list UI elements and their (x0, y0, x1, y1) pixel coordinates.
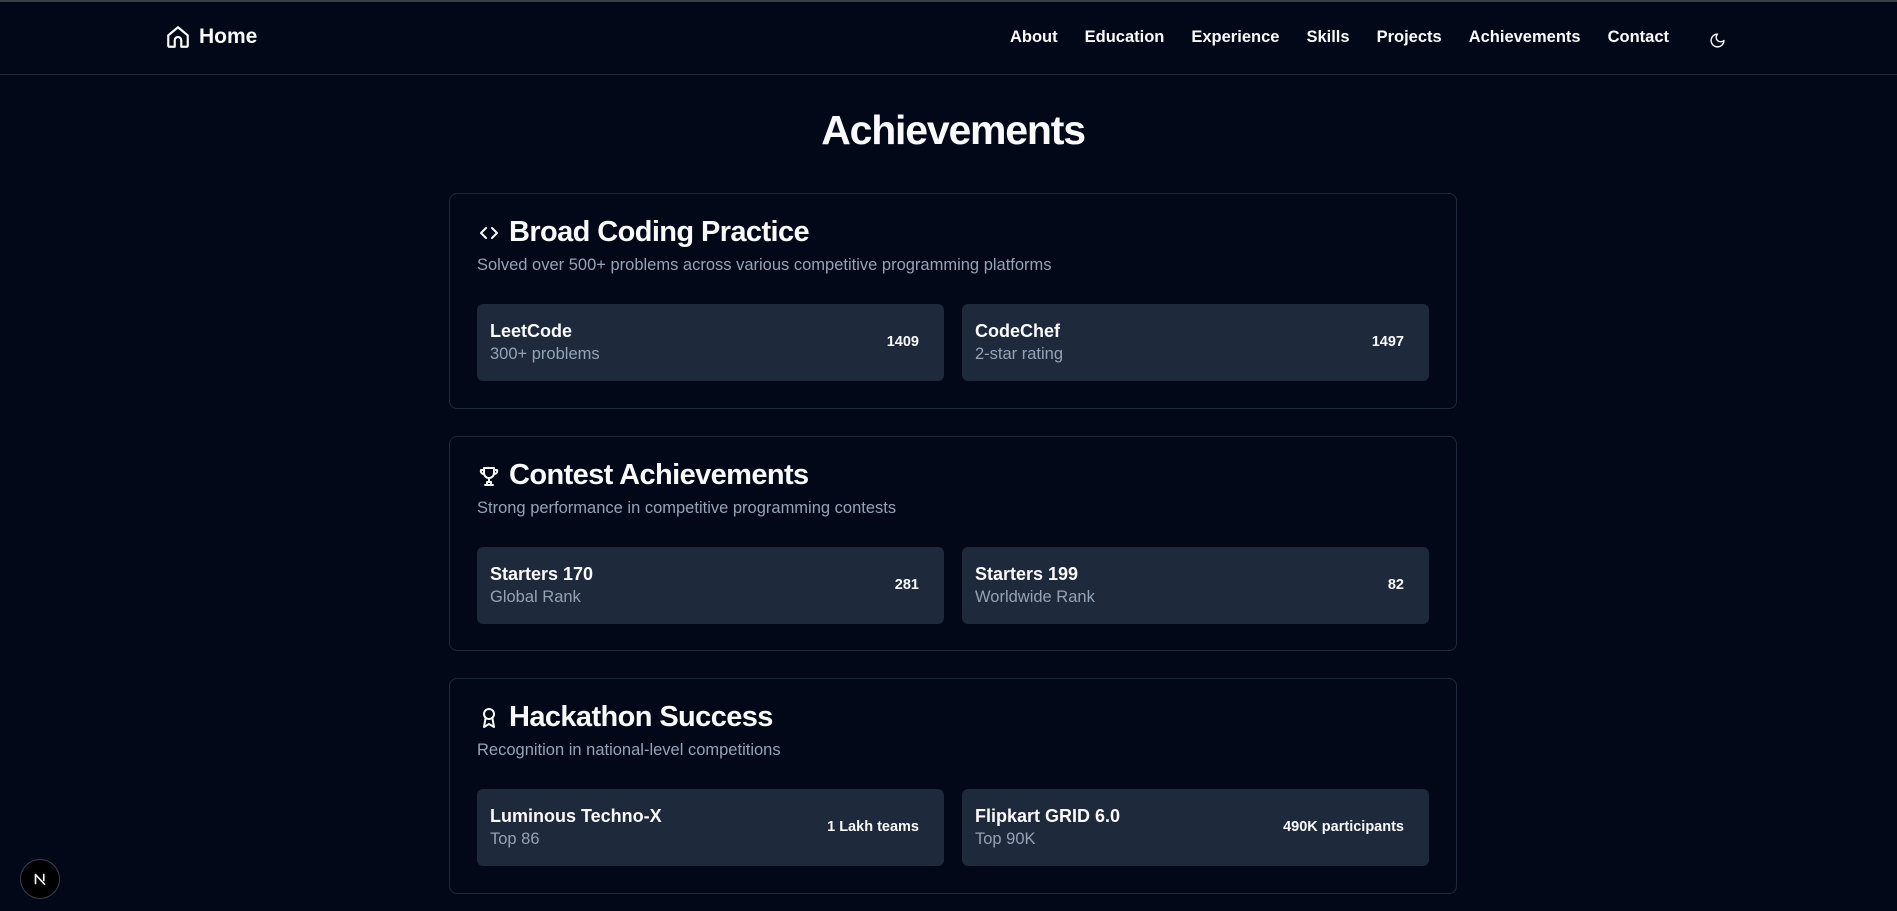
nav-contact[interactable]: Contact (1608, 28, 1669, 47)
nav-achievements[interactable]: Achievements (1469, 28, 1581, 47)
section-title: Broad Coding Practice (509, 216, 810, 248)
item-name: Luminous Techno-X (490, 806, 662, 826)
nextjs-logo-icon (34, 873, 46, 886)
section-description: Recognition in national-level competitio… (477, 741, 781, 759)
nextjs-dev-badge[interactable] (20, 859, 60, 899)
home-link[interactable]: Home (165, 24, 257, 50)
item-value: 281 (894, 577, 919, 593)
site-header: Home About Education Experience Skills P… (0, 2, 1897, 75)
nav-education[interactable]: Education (1085, 28, 1165, 47)
section-title: Contest Achievements (509, 459, 809, 491)
achievement-item-luminous-techno-x: Luminous Techno-X Top 86 1 Lakh teams (477, 789, 944, 866)
nav-experience[interactable]: Experience (1191, 28, 1279, 47)
nav-projects[interactable]: Projects (1377, 28, 1442, 47)
item-value: 490K participants (1283, 819, 1404, 835)
item-name: LeetCode (490, 321, 573, 341)
achievement-item-starters-199: Starters 199 Worldwide Rank 82 (962, 547, 1429, 624)
section-card-contest-achievements: Contest Achievements Strong performance … (449, 436, 1457, 651)
page-title: Achievements (821, 107, 1086, 153)
nav-skills[interactable]: Skills (1306, 28, 1349, 47)
section-header: Hackathon Success (477, 701, 773, 734)
item-name: CodeChef (975, 321, 1060, 341)
item-value: 82 (1387, 577, 1404, 593)
item-subtitle: 2-star rating (975, 345, 1064, 363)
item-subtitle: Global Rank (490, 588, 581, 606)
home-label: Home (199, 25, 258, 48)
section-card-coding-practice: Broad Coding Practice Solved over 500+ p… (449, 193, 1457, 409)
item-subtitle: Top 90K (975, 830, 1036, 848)
section-header: Broad Coding Practice (477, 216, 810, 249)
item-name: Starters 199 (975, 564, 1079, 584)
achievement-item-starters-170: Starters 170 Global Rank 281 (477, 547, 944, 624)
item-value: 1 Lakh teams (827, 819, 919, 835)
award-icon (483, 707, 495, 728)
trophy-icon (479, 466, 499, 486)
code-icon (480, 226, 498, 239)
theme-toggle-button[interactable] (1706, 29, 1728, 51)
main-nav: About Education Experience Skills Projec… (1010, 28, 1669, 47)
item-subtitle: Top 86 (490, 830, 540, 848)
item-name: Flipkart GRID 6.0 (975, 806, 1121, 826)
achievement-item-leetcode: LeetCode 300+ problems 1409 (477, 304, 944, 381)
section-header: Contest Achievements (477, 459, 809, 492)
achievement-item-flipkart-grid: Flipkart GRID 6.0 Top 90K 490K participa… (962, 789, 1429, 866)
section-title: Hackathon Success (509, 701, 773, 733)
item-value: 1497 (1371, 334, 1404, 350)
item-value: 1409 (886, 334, 919, 350)
item-subtitle: 300+ problems (490, 345, 600, 363)
moon-icon (1709, 32, 1725, 48)
nav-about[interactable]: About (1010, 28, 1058, 47)
section-description: Solved over 500+ problems across various… (477, 256, 1052, 274)
achievement-item-codechef: CodeChef 2-star rating 1497 (962, 304, 1429, 381)
item-name: Starters 170 (490, 564, 594, 584)
item-subtitle: Worldwide Rank (975, 588, 1095, 606)
section-card-hackathon-success: Hackathon Success Recognition in nationa… (449, 678, 1457, 894)
home-icon (167, 26, 189, 48)
section-description: Strong performance in competitive progra… (477, 499, 897, 517)
